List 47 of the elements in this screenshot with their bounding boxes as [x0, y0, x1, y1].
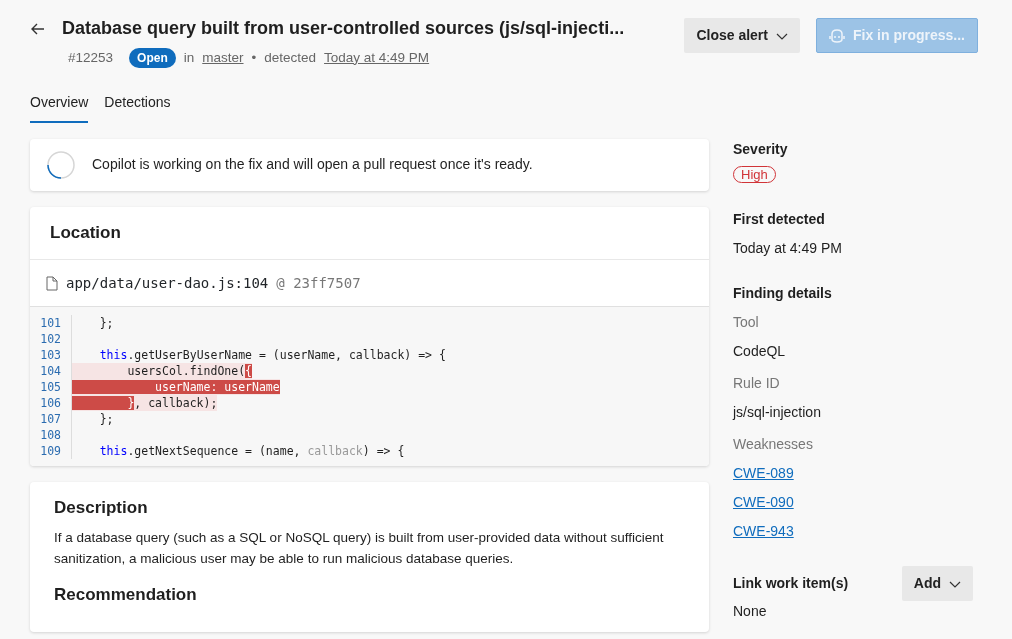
field-value: js/sql-injection: [733, 403, 822, 423]
status-badge: Open: [129, 47, 176, 68]
section-heading: Recommendation: [54, 584, 198, 605]
code-line: this.getUserByUserName = (userName, callback) => {: [98, 347, 446, 364]
separator-dot: •: [251, 48, 257, 67]
field-label: Finding details: [733, 283, 833, 303]
detected-label: detected: [264, 48, 317, 67]
branch-link[interactable]: master: [202, 47, 244, 68]
code-line: };: [98, 315, 114, 332]
line-number: 107: [30, 411, 72, 428]
detected-time-link[interactable]: Today at 4:49 PM: [324, 47, 430, 68]
field-label: Severity: [733, 139, 789, 159]
description-text: If a database query (such as a SQL or NoSQL query) is built from user-provided data without sufficient sanitization, a malicious user may be able to run malicious database queries.: [54, 528, 665, 568]
field-value: Today at 4:49 PM: [733, 238, 843, 258]
section-heading: Location: [49, 222, 122, 244]
line-number: 101: [30, 315, 72, 332]
section-heading: Description: [54, 498, 149, 519]
code-line: };: [98, 411, 114, 428]
field-label: Tool: [733, 312, 760, 332]
code-line: this.getNextSequence = (name, callback) => {: [98, 443, 405, 460]
tab[interactable]: Overview: [30, 83, 89, 123]
field-label: First detected: [733, 209, 826, 229]
file-icon: [46, 275, 58, 291]
field-label: Link work item(s): [733, 574, 849, 594]
tab[interactable]: Detections: [104, 83, 171, 123]
line-number: 108: [30, 427, 72, 444]
field-label: Weaknesses: [733, 435, 814, 455]
code-line: userName: userName: [72, 379, 280, 396]
loading-spinner-icon: [46, 149, 76, 180]
alert-id: #12253: [68, 48, 114, 67]
field-value: None: [733, 602, 768, 622]
copilot-icon: [828, 28, 845, 43]
weakness-link[interactable]: CWE-943: [733, 521, 794, 543]
in-label: in: [183, 48, 195, 67]
commit-hash: @ 23ff7507: [276, 273, 361, 293]
line-number: 102: [30, 331, 72, 348]
field-label: Rule ID: [733, 374, 781, 394]
alert-title: Database query built from user-controlled sources (js/sql-injecti...: [62, 18, 625, 40]
notice-text: Copilot is working on the fix and will open a pull request once it's ready.: [92, 155, 533, 175]
weakness-link[interactable]: CWE-090: [733, 492, 794, 514]
weakness-link[interactable]: CWE-089: [733, 463, 794, 485]
line-number: 103: [30, 347, 72, 364]
field-value: CodeQL: [733, 341, 787, 361]
file-path-link[interactable]: app/data/user-dao.js:104: [66, 272, 269, 294]
line-number: 109: [30, 443, 72, 460]
close-alert-button[interactable]: Close alert: [684, 18, 800, 53]
add-button[interactable]: Add: [901, 566, 973, 602]
